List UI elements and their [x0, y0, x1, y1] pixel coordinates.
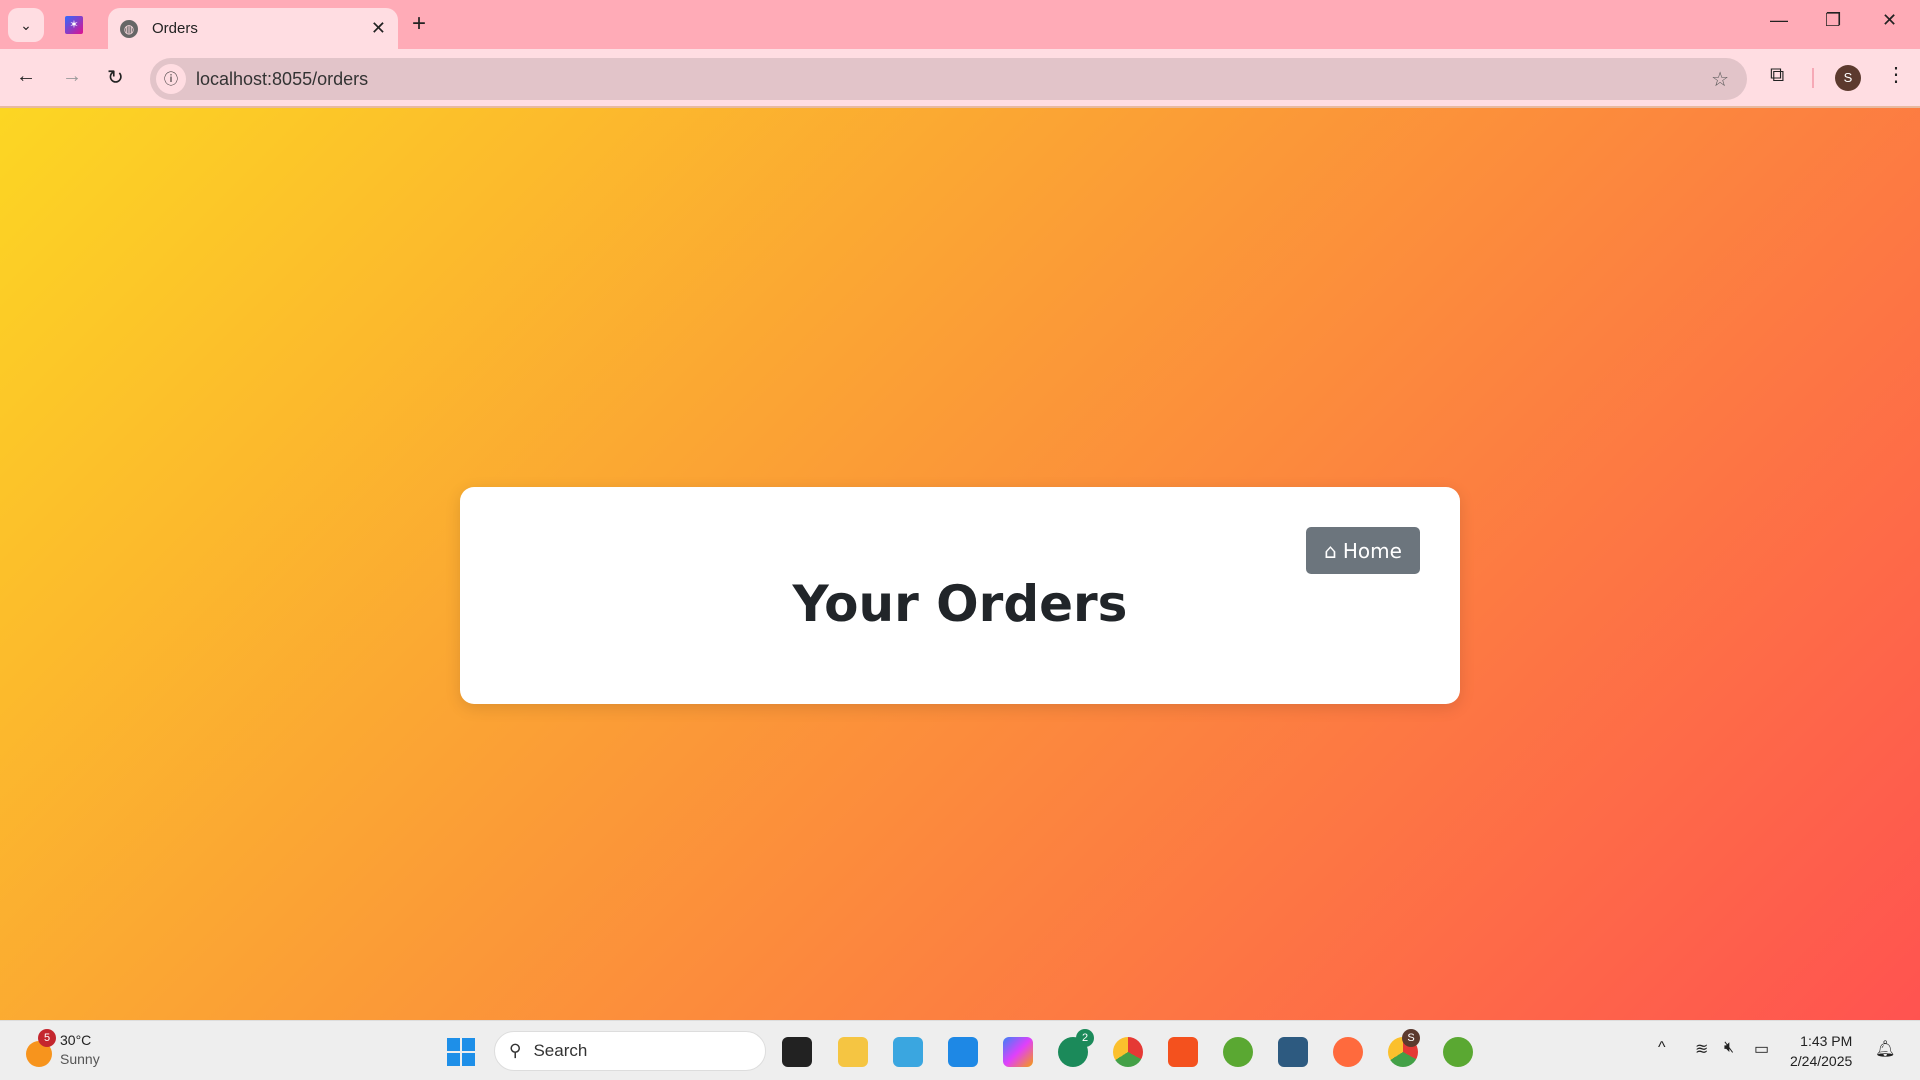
- orders-card: ⌂ Home Your Orders: [460, 487, 1460, 704]
- restore-button[interactable]: ❐: [1825, 10, 1841, 31]
- chevron-down-icon: ⌄: [20, 16, 32, 33]
- copilot-icon[interactable]: [1003, 1037, 1033, 1067]
- site-info-icon[interactable]: ⓘ: [156, 64, 186, 94]
- weather-condition: Sunny: [60, 1051, 100, 1067]
- clock[interactable]: 1:43 PM 2/24/2025: [1790, 1031, 1852, 1071]
- show-hidden-icons-chevron-icon[interactable]: ^: [1658, 1039, 1666, 1057]
- file-explorer-icon[interactable]: [838, 1037, 868, 1067]
- search-icon: ⚲: [509, 1041, 522, 1060]
- extensions-icon[interactable]: ⧉: [1770, 64, 1784, 87]
- home-button[interactable]: ⌂ Home: [1306, 527, 1420, 574]
- back-button[interactable]: ←: [16, 65, 36, 88]
- battery-icon[interactable]: ▭: [1754, 1039, 1769, 1059]
- time: 1:43 PM: [1800, 1033, 1853, 1049]
- notepad-icon[interactable]: [893, 1037, 923, 1067]
- minimize-button[interactable]: —: [1770, 10, 1788, 31]
- whatsapp-icon[interactable]: 2: [1058, 1029, 1094, 1067]
- bookmark-star-icon[interactable]: ☆: [1711, 67, 1729, 92]
- tab-strip: ⌄ ✶ ◍ Orders ✕ + — ❐ ✕: [0, 0, 1920, 49]
- taskbar-search[interactable]: ⚲ Search: [494, 1031, 766, 1071]
- volume-muted-icon[interactable]: 🔇︎: [1724, 1039, 1734, 1057]
- date: 2/24/2025: [1790, 1053, 1853, 1069]
- pinned-app-icon[interactable]: ✶: [65, 16, 83, 34]
- tab-orders[interactable]: ◍ Orders ✕: [108, 8, 398, 49]
- close-window-button[interactable]: ✕: [1882, 10, 1897, 31]
- weather-badge: 5: [38, 1029, 56, 1047]
- sun-icon: 5: [26, 1029, 56, 1067]
- vscode-icon[interactable]: [948, 1037, 978, 1067]
- whatsapp-badge: 2: [1076, 1029, 1094, 1047]
- profile-avatar[interactable]: S: [1835, 65, 1861, 91]
- url-text[interactable]: localhost:8055/orders: [196, 69, 368, 90]
- mysql-workbench-icon[interactable]: [1278, 1037, 1308, 1067]
- forward-button[interactable]: →: [62, 65, 82, 88]
- task-view-icon[interactable]: [782, 1037, 812, 1067]
- tab-search-button[interactable]: ⌄: [8, 8, 44, 42]
- new-tab-button[interactable]: +: [412, 10, 426, 38]
- chrome-profile-badge: S: [1402, 1029, 1420, 1047]
- tab-title: Orders: [152, 20, 198, 37]
- wifi-icon[interactable]: ≋: [1695, 1039, 1708, 1059]
- start-button[interactable]: [447, 1038, 475, 1066]
- postman-icon[interactable]: [1333, 1037, 1363, 1067]
- address-bar[interactable]: ⓘ localhost:8055/orders ☆: [150, 58, 1747, 100]
- home-icon: ⌂: [1324, 538, 1337, 563]
- spring-tools-2-icon[interactable]: [1443, 1037, 1473, 1067]
- page-title: Your Orders: [792, 575, 1128, 633]
- home-button-label: Home: [1342, 538, 1402, 563]
- notifications-icon[interactable]: 🔔︎: [1875, 1039, 1895, 1059]
- globe-icon: ◍: [120, 19, 138, 38]
- weather-temp: 30°C: [60, 1032, 92, 1048]
- search-placeholder: Search: [533, 1041, 588, 1060]
- weather-widget[interactable]: 5 30°C Sunny: [26, 1029, 100, 1069]
- toolbar-divider: [1812, 68, 1814, 88]
- close-tab-icon[interactable]: ✕: [371, 18, 386, 39]
- taskbar: 5 30°C Sunny ⚲ Search 2 S ^ ≋ 🔇︎ ▭ 1:43 …: [0, 1020, 1920, 1080]
- browser-menu-icon[interactable]: ⋮: [1886, 62, 1906, 87]
- spring-tools-icon[interactable]: [1223, 1037, 1253, 1067]
- chrome-profile-icon[interactable]: S: [1388, 1029, 1420, 1067]
- reload-button[interactable]: ↻: [107, 65, 124, 90]
- chrome-icon[interactable]: [1113, 1037, 1143, 1067]
- browser-toolbar: ← → ↻ ⓘ localhost:8055/orders ☆: [0, 49, 1920, 108]
- brave-icon[interactable]: [1168, 1037, 1198, 1067]
- page-background: ⌂ Home Your Orders: [0, 108, 1920, 1020]
